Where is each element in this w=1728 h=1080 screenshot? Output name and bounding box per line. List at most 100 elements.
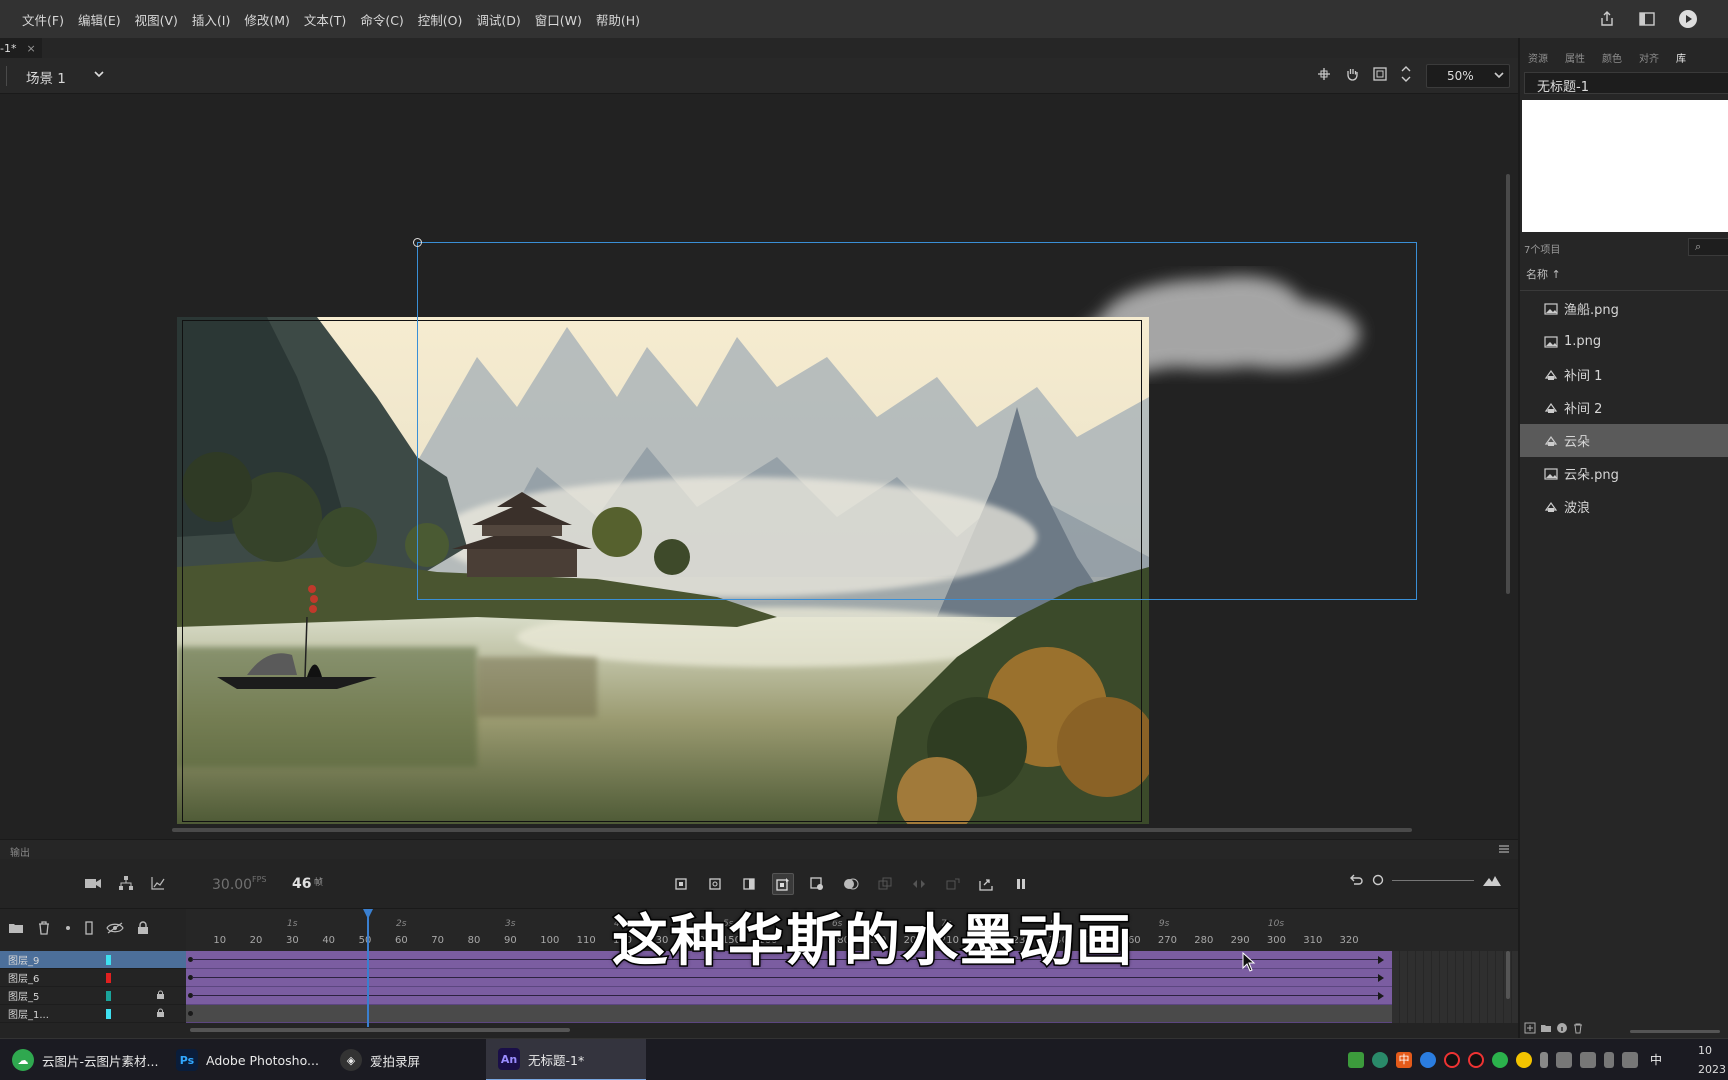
menu-debug[interactable]: 调试(D) [476,10,520,29]
app-tray-icon[interactable] [1372,1051,1388,1068]
chevron-down-icon[interactable] [93,68,105,83]
delete-icon[interactable] [1572,1022,1584,1034]
tab-library[interactable]: 库 [1676,50,1686,66]
task-photoshop[interactable]: Ps Adobe Photosho... [164,1039,324,1080]
menu-window[interactable]: 窗口(W) [535,10,582,29]
qq-icon[interactable] [1444,1051,1460,1068]
library-item[interactable]: 补间 1 [1520,358,1728,391]
battery-icon[interactable] [1348,1051,1364,1068]
highlight-dot-icon[interactable] [64,924,72,932]
hand-icon[interactable] [1344,66,1360,82]
task-cloud-images[interactable]: ☁ 云图片-云图片素材... [0,1039,160,1080]
layer-parenting-icon[interactable] [118,875,134,891]
usb-icon[interactable] [1604,1051,1614,1068]
insert-frame-icon[interactable] [738,873,760,895]
cloud-tray-icon[interactable] [1420,1051,1436,1068]
clock[interactable]: 10 2023 [1698,1041,1726,1079]
qq-icon-2[interactable] [1468,1051,1484,1068]
delete-layer-icon[interactable] [37,921,51,935]
panel-menu-icon[interactable] [1498,844,1510,857]
library-item[interactable]: 渔船.png [1520,292,1728,325]
zoom-select[interactable]: 50% [1426,64,1510,88]
menu-file[interactable]: 文件(F) [22,10,64,29]
task-animate[interactable]: An 无标题-1* [486,1039,646,1080]
menu-edit[interactable]: 编辑(E) [78,10,121,29]
tab-color[interactable]: 颜色 [1602,50,1622,66]
pause-icon[interactable] [1010,873,1032,895]
layer-color-swatch[interactable] [106,991,111,1001]
export-icon[interactable] [976,873,998,895]
layer-color-swatch[interactable] [106,1009,111,1019]
timeline-zoom-slider[interactable] [1392,879,1474,881]
add-icon[interactable] [1516,1051,1532,1068]
timeline-vertical-scrollbar[interactable] [1506,951,1510,999]
layer-row[interactable]: 图层_9 [0,951,186,969]
lock-icon[interactable] [156,1008,165,1021]
layer-row[interactable]: 图层_1... [0,1005,186,1023]
menu-insert[interactable]: 插入(I) [192,10,230,29]
clip-stage-icon[interactable] [1372,66,1388,82]
tab-assets[interactable]: 资源 [1528,50,1548,66]
undo-icon[interactable] [1348,873,1364,887]
menu-control[interactable]: 控制(O) [418,10,463,29]
library-item[interactable]: 波浪 [1520,490,1728,523]
library-search-input[interactable]: ⌕ [1688,238,1728,256]
convert-icon[interactable] [942,873,964,895]
share-icon[interactable] [1598,10,1616,28]
layer-row[interactable]: 图层_5 [0,987,186,1005]
center-stage-icon[interactable] [1316,66,1332,82]
tab-align[interactable]: 对齐 [1639,50,1659,66]
zoom-stepper-icon[interactable] [1400,64,1412,84]
ime-indicator[interactable]: 中 [1650,1051,1662,1068]
transform-point[interactable] [413,238,422,247]
library-document-select[interactable]: 无标题-1 [1524,72,1728,95]
playhead[interactable] [367,909,369,1027]
name-column-header[interactable]: 名称 ↑ [1526,266,1561,282]
keyframe-dot[interactable] [188,1011,193,1016]
document-tab[interactable]: -1* × [0,38,42,58]
menu-modify[interactable]: 修改(M) [244,10,290,29]
network-icon[interactable] [1556,1051,1572,1068]
microphone-icon[interactable] [1540,1051,1548,1068]
menu-view[interactable]: 视图(V) [135,10,178,29]
stage-horizontal-scrollbar[interactable] [172,828,1412,832]
output-label[interactable]: 输出 [10,844,30,859]
lock-icon[interactable] [137,921,149,935]
layer-color-swatch[interactable] [106,973,111,983]
eye-hidden-icon[interactable] [106,922,124,934]
graph-icon[interactable] [150,875,166,891]
workspace-icon[interactable] [1638,11,1656,27]
library-horizontal-scrollbar[interactable] [1630,1030,1720,1033]
layer-color-swatch[interactable] [106,955,111,965]
insert-keyframe-icon[interactable] [670,873,692,895]
layer-row[interactable]: 图层_6 [0,969,186,987]
stage[interactable] [0,94,1518,839]
library-item[interactable]: 云朵 [1520,424,1728,457]
camera-icon[interactable] [84,875,102,891]
new-folder-icon[interactable] [8,922,24,934]
remove-frame-icon[interactable] [806,873,828,895]
selection-bounding-box[interactable] [417,242,1417,600]
library-item[interactable]: 云朵.png [1520,457,1728,490]
outline-icon[interactable] [85,921,93,935]
new-folder-icon[interactable] [1540,1022,1552,1034]
menu-text[interactable]: 文本(T) [304,10,346,29]
current-frame[interactable]: 46 [292,876,311,892]
volume-muted-icon[interactable] [1580,1051,1596,1068]
auto-keyframe-icon[interactable] [772,873,794,895]
properties-icon[interactable] [1556,1022,1568,1034]
library-item[interactable]: 补间 2 [1520,391,1728,424]
library-item[interactable]: 1.png [1520,325,1728,358]
blank-keyframe-icon[interactable] [704,873,726,895]
create-tween-icon[interactable] [908,873,930,895]
onion-skin-icon[interactable] [840,873,862,895]
new-symbol-icon[interactable] [1524,1022,1536,1034]
fps-value[interactable]: 30.00 [212,877,252,893]
close-icon[interactable]: × [26,42,35,55]
edit-multiple-frames-icon[interactable] [874,873,896,895]
zoom-slider-handle[interactable] [1372,874,1384,886]
play-test-icon[interactable] [1678,9,1698,29]
ime-tray-icon[interactable]: 中 [1396,1051,1412,1068]
wechat-icon[interactable] [1492,1051,1508,1068]
stage-vertical-scrollbar[interactable] [1506,174,1510,594]
